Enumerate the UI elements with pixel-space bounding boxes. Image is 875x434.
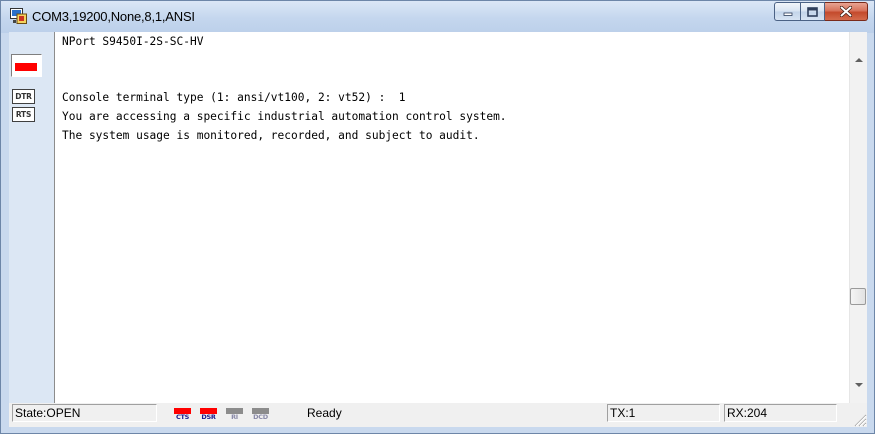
terminal-window: COM3,19200,None,8,1,ANSI DTR RTS NPort S…: [0, 0, 875, 434]
maximize-icon: [807, 6, 818, 17]
rx-counter: RX:204: [724, 404, 837, 422]
maximize-button[interactable]: [800, 2, 825, 21]
status-bar: State:OPEN CTS DSR RI DCD Ready TX:1 RX:…: [9, 403, 867, 427]
cts-label: CTS: [176, 413, 189, 421]
vertical-scrollbar[interactable]: [849, 32, 867, 403]
connection-led-indicator: [15, 63, 37, 71]
scroll-up-icon[interactable]: [855, 58, 863, 62]
connection-state: State:OPEN: [12, 404, 157, 422]
signal-panel: DTR RTS: [9, 32, 54, 403]
rts-button[interactable]: RTS: [12, 107, 35, 122]
terminal-line: The system usage is monitored, recorded,…: [62, 129, 480, 142]
scroll-down-icon[interactable]: [855, 383, 863, 387]
ri-label: RI: [231, 413, 238, 421]
terminal-output[interactable]: NPort S9450I-2S-SC-HV Console terminal t…: [54, 32, 850, 403]
caption-buttons: [774, 2, 868, 22]
minimize-button[interactable]: [774, 2, 800, 21]
scroll-thumb[interactable]: [850, 288, 866, 305]
cts-indicator: CTS: [173, 408, 192, 421]
client-area: DTR RTS NPort S9450I-2S-SC-HV Console te…: [9, 32, 867, 403]
terminal-line: You are accessing a specific industrial …: [62, 110, 507, 123]
dtr-button[interactable]: DTR: [12, 89, 35, 104]
dcd-indicator: DCD: [251, 408, 270, 421]
terminal-line: Console terminal type (1: ansi/vt100, 2:…: [62, 91, 406, 104]
dcd-label: DCD: [253, 413, 268, 421]
window-title: COM3,19200,None,8,1,ANSI: [32, 9, 195, 24]
close-icon: [840, 6, 852, 17]
close-button[interactable]: [825, 2, 868, 21]
minimize-icon: [783, 12, 792, 16]
connection-led[interactable]: [11, 54, 42, 77]
dsr-label: DSR: [201, 413, 216, 421]
dsr-indicator: DSR: [199, 408, 218, 421]
ri-indicator: RI: [225, 408, 244, 421]
terminal-line: NPort S9450I-2S-SC-HV: [62, 35, 204, 48]
app-icon[interactable]: [10, 8, 27, 24]
ready-status: Ready: [307, 406, 342, 420]
title-bar[interactable]: COM3,19200,None,8,1,ANSI: [1, 1, 874, 33]
tx-counter: TX:1: [607, 404, 720, 422]
resize-grip-icon[interactable]: [853, 413, 867, 427]
